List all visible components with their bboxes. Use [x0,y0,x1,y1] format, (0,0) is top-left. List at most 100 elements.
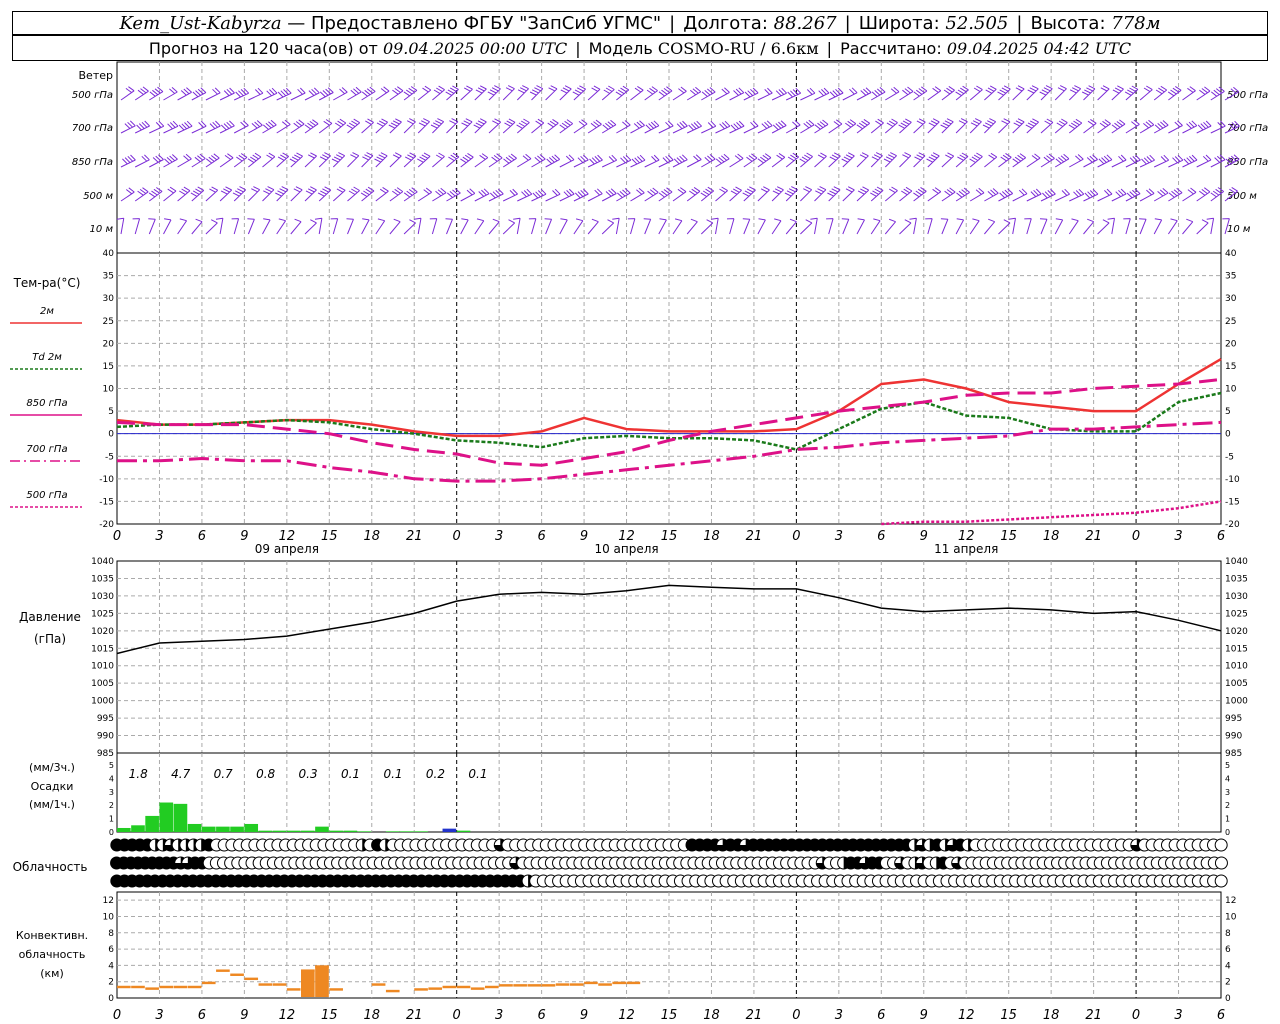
wind-barb [1139,85,1153,101]
precip-bar [258,830,273,832]
wind-barb [658,86,673,101]
conv-bar [329,988,343,991]
wind-barb [333,87,348,101]
pressure-ytick-right: 1010 [1225,662,1248,672]
wind-barb [132,218,141,235]
conv-bar [584,981,598,985]
wind-barb [799,152,813,168]
pressure-ytick-left: 1015 [91,644,114,654]
precip-bar [145,815,159,832]
wind-barb [757,186,770,202]
wind-barb [529,85,544,101]
wind-barb [729,153,744,168]
wind-barb [248,120,263,134]
wind-barb [149,154,164,168]
wind-barb [191,87,207,101]
wind-barb [516,85,529,101]
wind-barb [785,87,802,101]
precip-3h-total: 0.3 [299,767,318,781]
wind-barb [318,119,333,134]
wind-barb [446,188,461,202]
wind-barb [800,219,813,235]
temp-xtick: 0 [113,529,121,544]
wind-barb [909,217,917,235]
pressure-ytick-right: 990 [1225,732,1242,742]
wind-barb [1081,85,1096,101]
wind-barb [1054,218,1064,235]
wind-barb [474,188,490,202]
precip-bar [286,830,301,832]
conv-bar [371,983,386,986]
temp-ytick-right: 5 [1225,407,1231,417]
conv-unit: (км) [40,967,64,980]
wind-barb [870,152,883,168]
temp-ytick-left: 15 [103,362,114,372]
wind-barb [898,118,912,134]
wind-barb [644,187,659,202]
wind-barb [630,187,645,202]
temp-ytick-left: 10 [103,385,115,395]
wind-barb [601,119,617,134]
conv-bar-fill [315,965,329,997]
temp-xtick: 6 [1217,529,1225,544]
temp-xtick: 3 [155,529,163,544]
pressure-ytick-right: 1000 [1225,697,1248,707]
wind-barb [219,186,233,202]
conv-xtick: 18 [703,1008,720,1023]
wind-barb [361,86,376,101]
wind-barb [1182,86,1196,101]
precip-unit3: (мм/3ч.) [29,761,75,774]
wind-barb [899,219,912,235]
precip-ytick-right: 0 [1225,828,1230,837]
wind-barb [1139,119,1155,134]
wind-barb [1097,85,1110,101]
wind-barb [191,218,203,235]
temp-ytick-right: -20 [1225,520,1240,530]
temp-xtick: 0 [792,529,800,544]
wind-barb [841,218,850,235]
wind-barb [913,152,926,168]
conv-bar [230,973,244,976]
temp-ytick-left: -5 [105,452,114,462]
wind-barb [998,152,1012,168]
wind-barb [502,85,515,101]
wind-barb [1196,120,1212,134]
wind-barb [215,217,224,235]
wind-barb [1026,188,1042,202]
wind-barb [814,186,827,202]
wind-barb [1196,219,1209,235]
wind-barb [347,186,360,202]
precip-bar [244,823,259,832]
wind-barb [686,154,702,168]
cloud-cover-symbol [1214,856,1228,870]
wind-barb [940,118,954,134]
conv-title2: облачность [19,948,86,961]
conv-xtick: 15 [321,1008,338,1023]
wind-barb [502,188,518,202]
precip-3h-total: 0.7 [214,767,233,781]
wind-barb [630,120,645,134]
cloud-title: Облачность [13,860,88,874]
precip-ytick-left: 0 [109,828,114,837]
pressure-ytick-left: 1005 [91,679,114,689]
wind-barb [304,186,317,202]
conv-ytick-right: 10 [1225,912,1237,922]
wind-barb [134,187,149,202]
wind-barb [883,152,897,168]
conv-bar [527,984,542,987]
wind-barb [1210,86,1225,101]
wind-barb [771,152,786,168]
wind-barb [1182,187,1197,202]
wind-barb [233,87,250,101]
wind-barb [289,152,303,168]
wind-barb [403,152,417,168]
pressure-ytick-left: 1040 [91,557,114,567]
wind-barb [149,86,164,101]
wind-barb [219,153,234,168]
wind-barb [375,86,390,101]
wind-barb [1012,153,1026,168]
wind-barb [701,154,716,168]
temp-xtick: 21 [406,529,423,544]
wind-barb [487,85,501,101]
wind-barb [1125,188,1141,202]
